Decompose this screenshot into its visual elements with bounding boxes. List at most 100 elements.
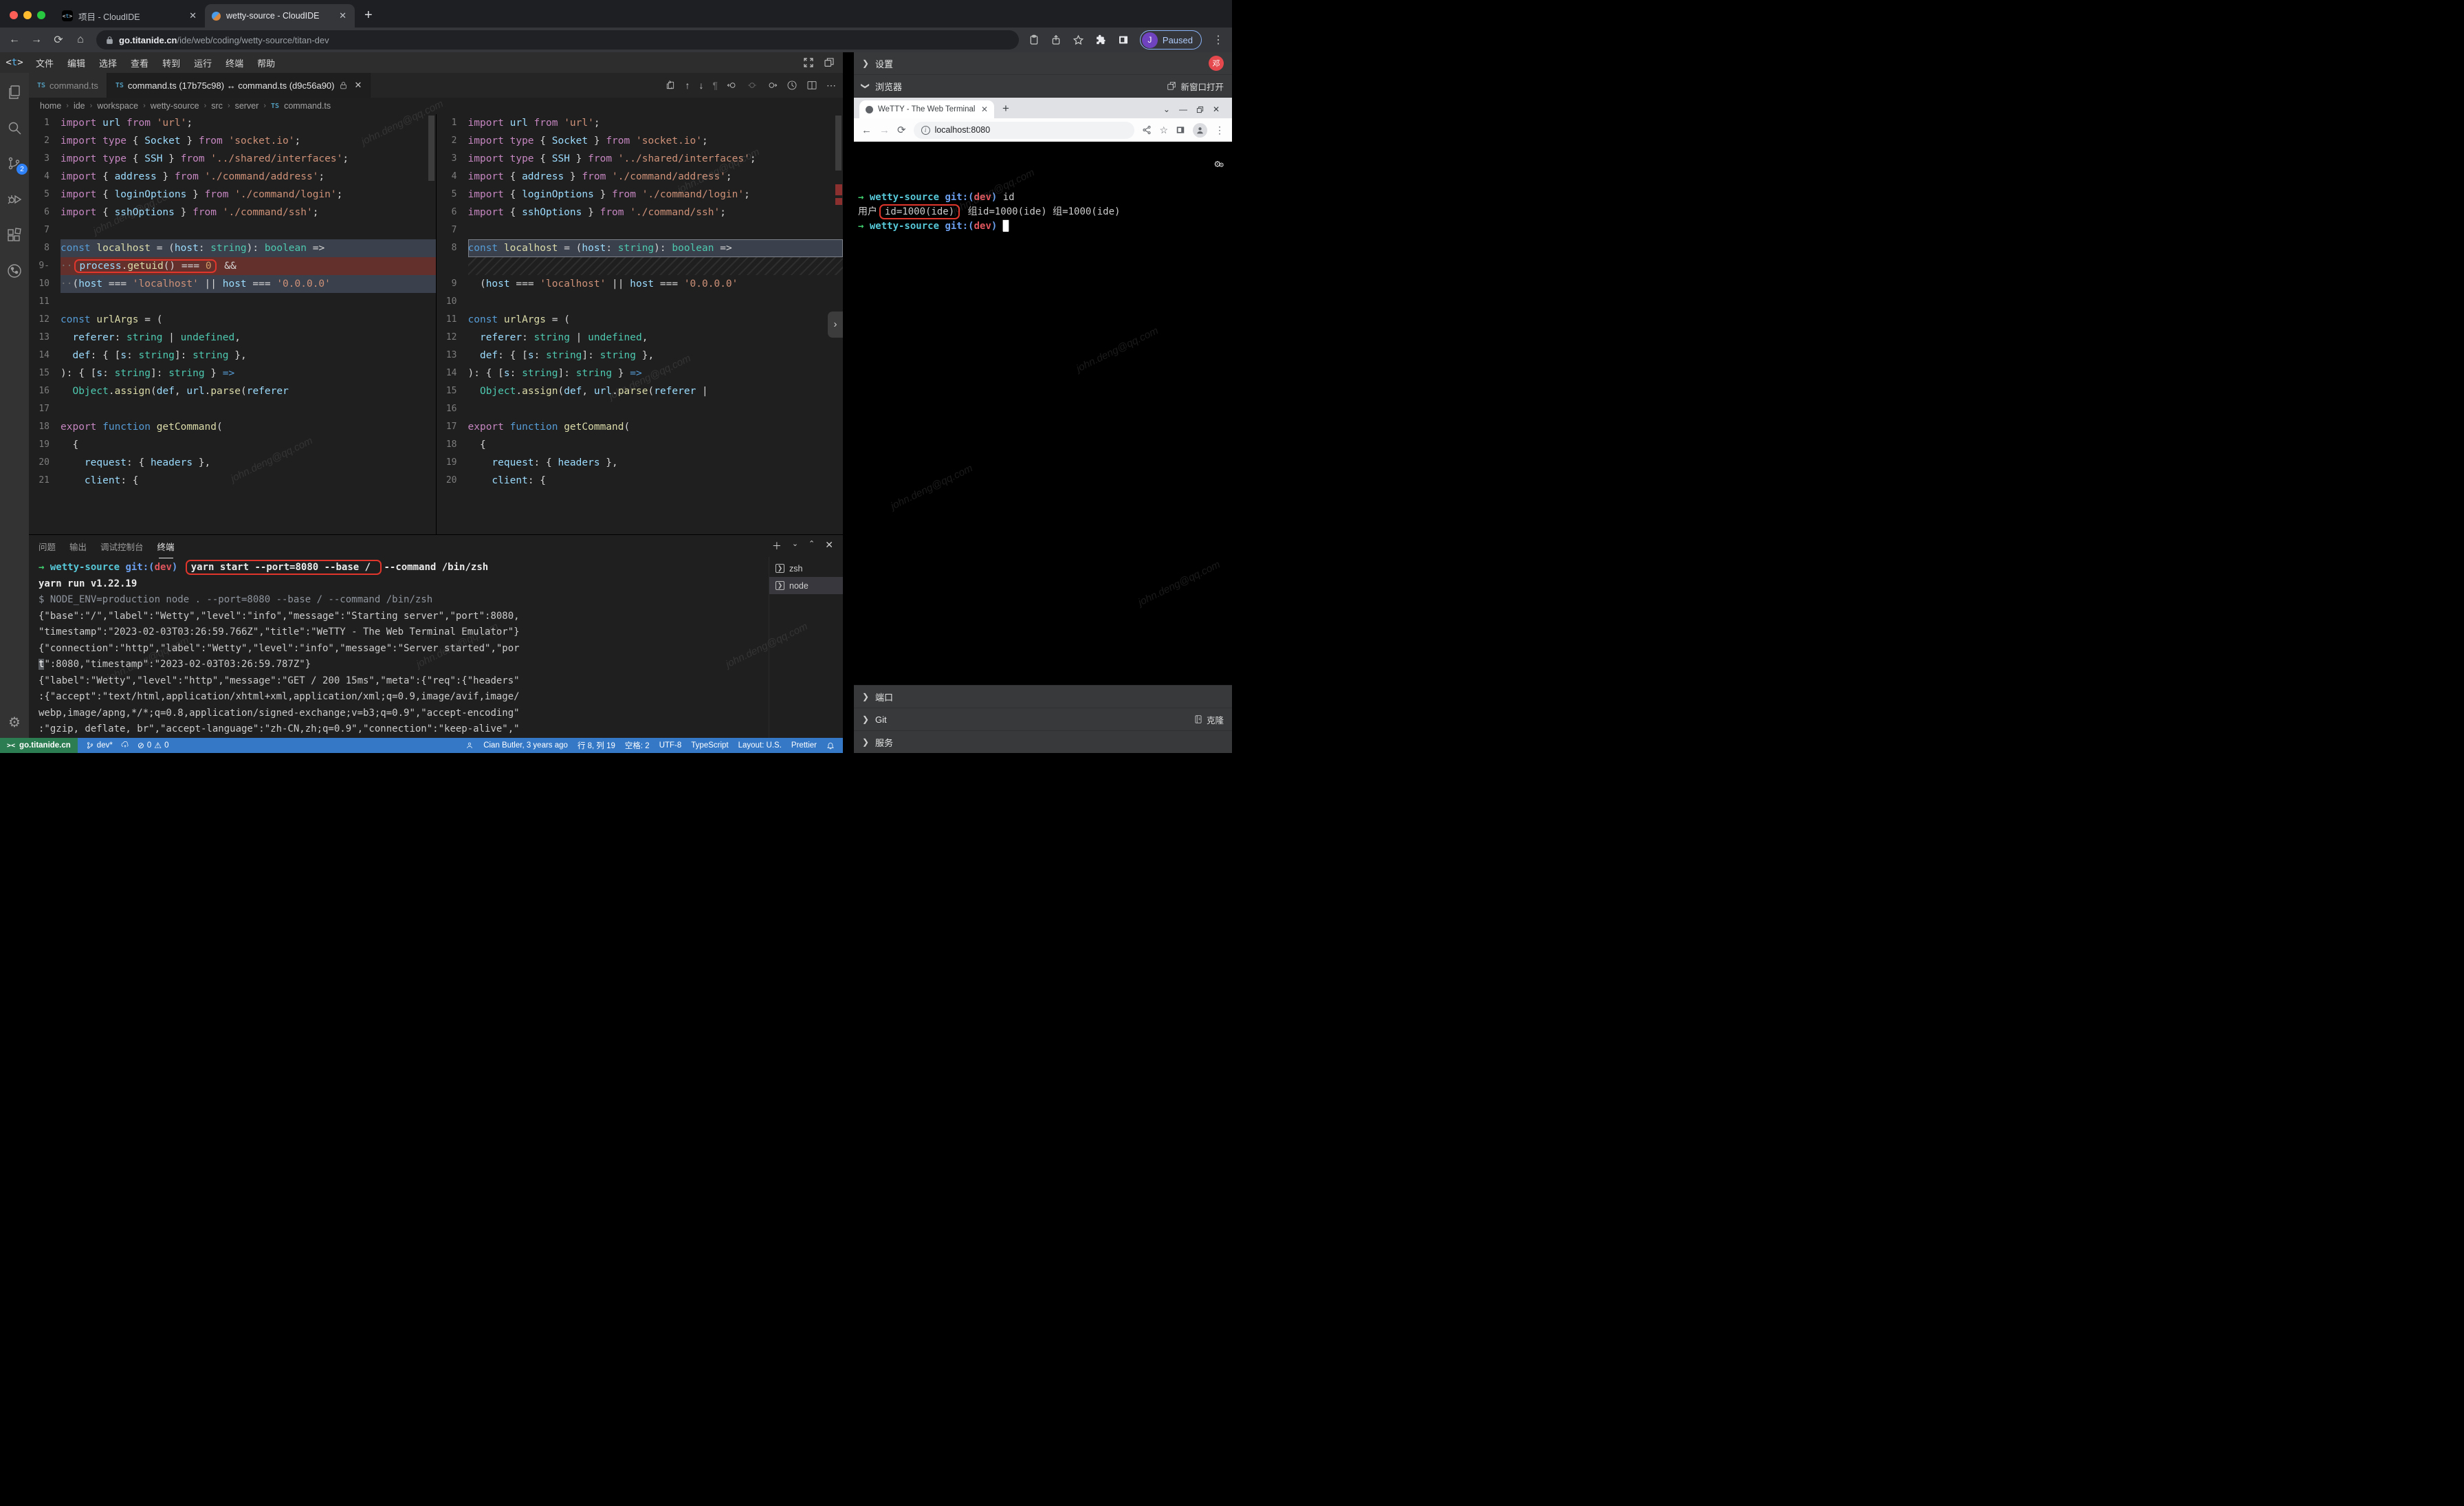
code-line[interactable]: 6import { sshOptions } from './command/s…	[437, 204, 844, 221]
code-line[interactable]: 8const localhost = (host: string): boole…	[29, 239, 436, 257]
status-item[interactable]: UTF-8	[659, 741, 682, 750]
browser-menu-icon[interactable]: ⋮	[1213, 33, 1224, 47]
git-branch-indicator[interactable]: dev*	[86, 741, 113, 750]
menu-item[interactable]: 转到	[155, 58, 187, 69]
status-item[interactable]: TypeScript	[691, 741, 728, 750]
close-tab-icon[interactable]: ✕	[981, 105, 988, 114]
open-changes-icon[interactable]	[665, 80, 676, 91]
timeline-icon[interactable]	[786, 80, 798, 91]
menu-item[interactable]: 文件	[29, 58, 60, 69]
panel-tab-输出[interactable]: 输出	[69, 537, 87, 556]
share-icon[interactable]	[1050, 34, 1062, 45]
code-line[interactable]: 1import url from 'url';	[437, 114, 844, 132]
address-bar[interactable]: go.titanide.cn/ide/web/coding/wetty-sour…	[96, 30, 1019, 50]
panel-expand-chevron[interactable]: ›	[828, 312, 843, 338]
editor-tab-commandts[interactable]: TS command.ts	[29, 73, 107, 98]
new-terminal-icon[interactable]: ＋	[772, 539, 782, 553]
forward-icon[interactable]: →	[30, 34, 43, 46]
mini-browser-tab[interactable]: WeTTY - The Web Terminal ✕	[859, 100, 994, 118]
problems-indicator[interactable]: ⊘0 ⚠0	[138, 741, 169, 750]
code-line[interactable]: 8const localhost = (host: string): boole…	[437, 239, 844, 257]
more-actions-icon[interactable]: ⋯	[826, 80, 836, 91]
reload-icon[interactable]: ⟳	[52, 33, 65, 47]
code-line[interactable]: 1import url from 'url';	[29, 114, 436, 132]
code-line[interactable]: 18 {	[437, 436, 844, 454]
code-line[interactable]: 19 request: { headers },	[437, 454, 844, 472]
previous-change-arrow-icon[interactable]: ↑	[685, 80, 690, 91]
breadcrumb-item[interactable]: workspace	[97, 101, 138, 111]
code-line[interactable]: 15 Object.assign(def, url.parse(referer …	[437, 382, 844, 400]
code-line[interactable]: 16 Object.assign(def, url.parse(referer	[29, 382, 436, 400]
panel-tab-问题[interactable]: 问题	[38, 537, 56, 556]
source-control-icon[interactable]: 2	[6, 155, 23, 172]
code-line[interactable]: 9 (host === 'localhost' || host === '0.0…	[437, 275, 844, 293]
side-panel-icon[interactable]	[1118, 34, 1129, 45]
status-item[interactable]: 行 8, 列 19	[578, 740, 615, 751]
revert-icon[interactable]	[747, 80, 758, 91]
whitespace-icon[interactable]: ¶	[712, 80, 718, 91]
menu-item[interactable]: 帮助	[250, 58, 282, 69]
explorer-icon[interactable]	[6, 84, 23, 100]
code-line[interactable]: 12 referer: string | undefined,	[437, 329, 844, 347]
prev-diff-icon[interactable]	[727, 80, 738, 91]
split-editor-icon[interactable]	[806, 80, 817, 91]
breadcrumb-item[interactable]: server	[235, 101, 259, 111]
breadcrumb-item[interactable]: wetty-source	[151, 101, 199, 111]
code-line[interactable]: 11	[29, 293, 436, 311]
close-window-button[interactable]	[10, 11, 18, 19]
status-item[interactable]: Layout: U.S.	[738, 741, 782, 750]
breadcrumb[interactable]: home›ide›workspace›wetty-source›src›serv…	[29, 98, 843, 114]
code-line[interactable]: 13 referer: string | undefined,	[29, 329, 436, 347]
code-line[interactable]: 20 request: { headers },	[29, 454, 436, 472]
settings-section-header[interactable]: ❯ 设置 邓	[854, 52, 1232, 75]
menu-item[interactable]: 查看	[124, 58, 155, 69]
code-line[interactable]: 14): { [s: string]: string } =>	[437, 364, 844, 382]
code-line[interactable]: 20 client: {	[437, 472, 844, 490]
menu-item[interactable]: 选择	[92, 58, 124, 69]
code-line[interactable]: 12const urlArgs = (	[29, 311, 436, 329]
back-icon[interactable]: ←	[861, 124, 872, 136]
code-line[interactable]: 9-··process.getuid() === 0 &&	[29, 257, 436, 275]
code-line[interactable]: 21 client: {	[29, 472, 436, 490]
terminal-instance-zsh[interactable]: ❯zsh	[769, 560, 843, 577]
browser-tab-active[interactable]: wetty-source - CloudIDE ✕	[205, 4, 355, 28]
profile-icon[interactable]	[1193, 123, 1207, 138]
maximize-window-button[interactable]	[37, 11, 45, 19]
share-icon[interactable]	[1142, 125, 1152, 135]
tab-search-chevron-icon[interactable]: ⌄	[1163, 105, 1170, 114]
terminal-instance-node[interactable]: ❯node	[769, 577, 843, 594]
fullscreen-icon[interactable]	[803, 57, 814, 68]
git-section-header[interactable]: ❯ Git 克隆	[854, 708, 1232, 730]
diff-pane-original[interactable]: 1import url from 'url';2import type { So…	[29, 114, 437, 534]
ports-section-header[interactable]: ❯ 端口	[854, 685, 1232, 708]
close-icon[interactable]: ✕	[1213, 105, 1220, 114]
diff-pane-modified[interactable]: 1import url from 'url';2import type { So…	[437, 114, 844, 534]
side-panel-icon[interactable]	[1176, 125, 1185, 135]
close-editor-icon[interactable]: ✕	[355, 80, 362, 91]
bookmark-star-icon[interactable]: ☆	[1159, 124, 1168, 136]
search-icon[interactable]	[6, 120, 23, 136]
code-line[interactable]: 10··(host === 'localhost' || host === '0…	[29, 275, 436, 293]
code-line[interactable]: 2import type { Socket } from 'socket.io'…	[29, 132, 436, 150]
code-line[interactable]: 2import type { Socket } from 'socket.io'…	[437, 132, 844, 150]
menu-dots-icon[interactable]: ⋮	[1215, 124, 1224, 136]
restore-icon[interactable]	[1196, 106, 1204, 113]
code-line[interactable]: 6import { sshOptions } from './command/s…	[29, 204, 436, 221]
code-line[interactable]	[437, 257, 844, 275]
code-line[interactable]: 19 {	[29, 436, 436, 454]
notifications-bell-icon[interactable]	[826, 741, 835, 750]
wetty-settings-gears-icon[interactable]: ⚙⚙	[1214, 157, 1222, 172]
code-line[interactable]: 10	[437, 293, 844, 311]
minimize-window-button[interactable]	[23, 11, 32, 19]
new-tab-icon[interactable]: +	[994, 102, 1018, 118]
close-tab-icon[interactable]: ✕	[338, 10, 348, 21]
menu-item[interactable]: 编辑	[60, 58, 92, 69]
editor-tab-diff[interactable]: TS command.ts (17b75c98) ↔ command.ts (d…	[107, 73, 371, 98]
code-line[interactable]: 13 def: { [s: string]: string },	[437, 347, 844, 364]
breadcrumb-file[interactable]: command.ts	[284, 101, 331, 111]
sync-changes-indicator[interactable]	[121, 741, 129, 750]
code-line[interactable]: 17export function getCommand(	[437, 418, 844, 436]
code-line[interactable]: 4import { address } from './command/addr…	[437, 168, 844, 186]
breadcrumb-item[interactable]: home	[40, 101, 61, 111]
status-item[interactable]: Cian Butler, 3 years ago	[483, 741, 568, 750]
